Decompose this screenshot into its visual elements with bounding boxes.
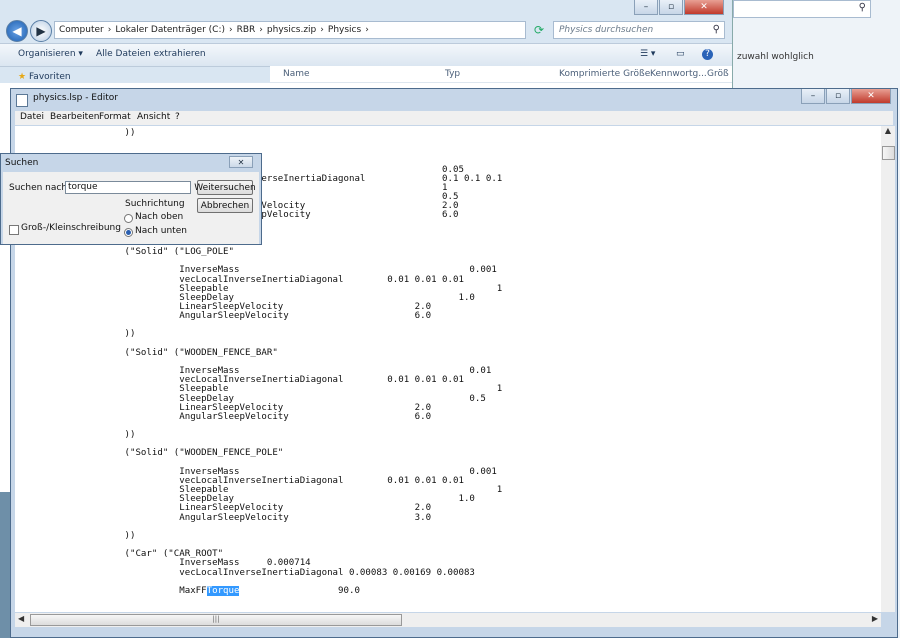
horizontal-scrollbar[interactable]: ◀ ||| ▶ (15, 613, 881, 627)
menu-help[interactable]: ? (175, 112, 180, 122)
chevron-right-icon: › (320, 25, 324, 35)
menu-format[interactable]: Format (99, 112, 131, 122)
find-dialog-title: Suchen (5, 158, 39, 168)
vertical-scrollbar[interactable]: ▲ (881, 126, 895, 612)
close-icon[interactable]: ✕ (851, 89, 891, 104)
radio-down[interactable] (124, 228, 133, 237)
find-dialog: Suchen ✕ Suchen nach: torque Weitersuche… (0, 153, 262, 245)
search-placeholder: Physics durchsuchen (559, 25, 654, 35)
search-icon: ⚲ (712, 24, 720, 35)
star-icon: ★ (18, 72, 27, 82)
explorer-search-input[interactable]: Physics durchsuchen ⚲ (553, 21, 725, 39)
breadcrumb-zip[interactable]: physics.zip (267, 25, 316, 35)
forward-icon[interactable]: ▶ (30, 20, 52, 42)
editor-menubar: Datei Bearbeiten Format Ansicht ? (15, 111, 893, 125)
scroll-up-icon[interactable]: ▲ (881, 126, 895, 140)
scroll-left-icon[interactable]: ◀ (18, 614, 24, 623)
chevron-right-icon: › (107, 25, 112, 35)
breadcrumb-rbr[interactable]: RBR (237, 25, 256, 35)
scroll-right-icon[interactable]: ▶ (872, 614, 878, 623)
explorer-toolbar: Organisieren ▾ Alle Dateien extrahieren … (0, 43, 732, 67)
explorer-caption-buttons: – ▫ ✕ (634, 0, 724, 15)
preview-pane-icon[interactable]: ▭ (676, 49, 685, 59)
match-case-label: Groß-/Kleinschreibung (21, 223, 121, 233)
direction-label: Suchrichtung (125, 199, 185, 209)
radio-up-label: Nach oben (135, 212, 184, 222)
hscroll-thumb[interactable]: ||| (30, 614, 402, 626)
minimize-icon[interactable]: – (801, 89, 825, 104)
find-next-button[interactable]: Weitersuchen (194, 180, 256, 195)
scroll-thumb[interactable] (882, 146, 895, 160)
organize-button[interactable]: Organisieren ▾ (18, 49, 83, 59)
column-headers: Name Typ Komprimierte Größe Kennwortg...… (270, 66, 732, 83)
right-search-input[interactable]: ⚲ (733, 0, 871, 18)
favorites-item[interactable]: ★ Favoriten (18, 72, 71, 82)
col-name[interactable]: Name (283, 69, 310, 79)
editor-title: physics.lsp - Editor (33, 93, 118, 103)
right-window-text: zuwahl wohlglich (737, 52, 814, 62)
breadcrumb-drive[interactable]: Lokaler Datenträger (C:) (115, 25, 225, 35)
search-input[interactable]: torque (65, 181, 191, 194)
col-compressed-size[interactable]: Komprimierte Größe (559, 69, 650, 79)
maximize-icon[interactable]: ▫ (659, 0, 683, 15)
chevron-right-icon: › (259, 25, 263, 35)
breadcrumb-computer[interactable]: Computer (59, 25, 104, 35)
chevron-right-icon: › (365, 25, 369, 35)
favorites-label: Favoriten (28, 72, 71, 82)
maximize-icon[interactable]: ▫ (826, 89, 850, 104)
views-icon[interactable]: ☰ ▾ (640, 49, 655, 59)
notepad-icon (16, 94, 28, 107)
match-case-checkbox[interactable] (9, 225, 19, 235)
back-icon[interactable]: ◀ (6, 20, 28, 42)
cancel-button[interactable]: Abbrechen (197, 198, 253, 213)
col-size[interactable]: Größ (707, 69, 729, 79)
search-icon: ⚲ (858, 2, 866, 13)
menu-ansicht[interactable]: Ansicht (137, 112, 170, 122)
breadcrumb-physics[interactable]: Physics (328, 25, 361, 35)
radio-up[interactable] (124, 214, 133, 223)
search-highlight: Torque (206, 585, 240, 596)
col-type[interactable]: Typ (445, 69, 460, 79)
extract-all-button[interactable]: Alle Dateien extrahieren (96, 49, 206, 59)
help-icon[interactable]: ? (702, 49, 713, 60)
menu-bearbeiten[interactable]: Bearbeiten (50, 112, 99, 122)
search-label: Suchen nach: (9, 183, 71, 193)
refresh-icon[interactable]: ⟳ (530, 21, 548, 39)
close-icon[interactable]: ✕ (229, 156, 253, 168)
chevron-right-icon: › (229, 25, 233, 35)
minimize-icon[interactable]: – (634, 0, 658, 15)
find-dialog-body: Suchen nach: torque Weitersuchen Abbrech… (3, 172, 259, 244)
editor-caption-buttons: – ▫ ✕ (801, 89, 891, 104)
address-bar[interactable]: Computer › Lokaler Datenträger (C:) › RBR ›… (54, 21, 526, 39)
radio-down-label: Nach unten (135, 226, 187, 236)
close-icon[interactable]: ✕ (684, 0, 724, 15)
col-password[interactable]: Kennwortg... (650, 69, 707, 79)
menu-datei[interactable]: Datei (20, 112, 44, 122)
